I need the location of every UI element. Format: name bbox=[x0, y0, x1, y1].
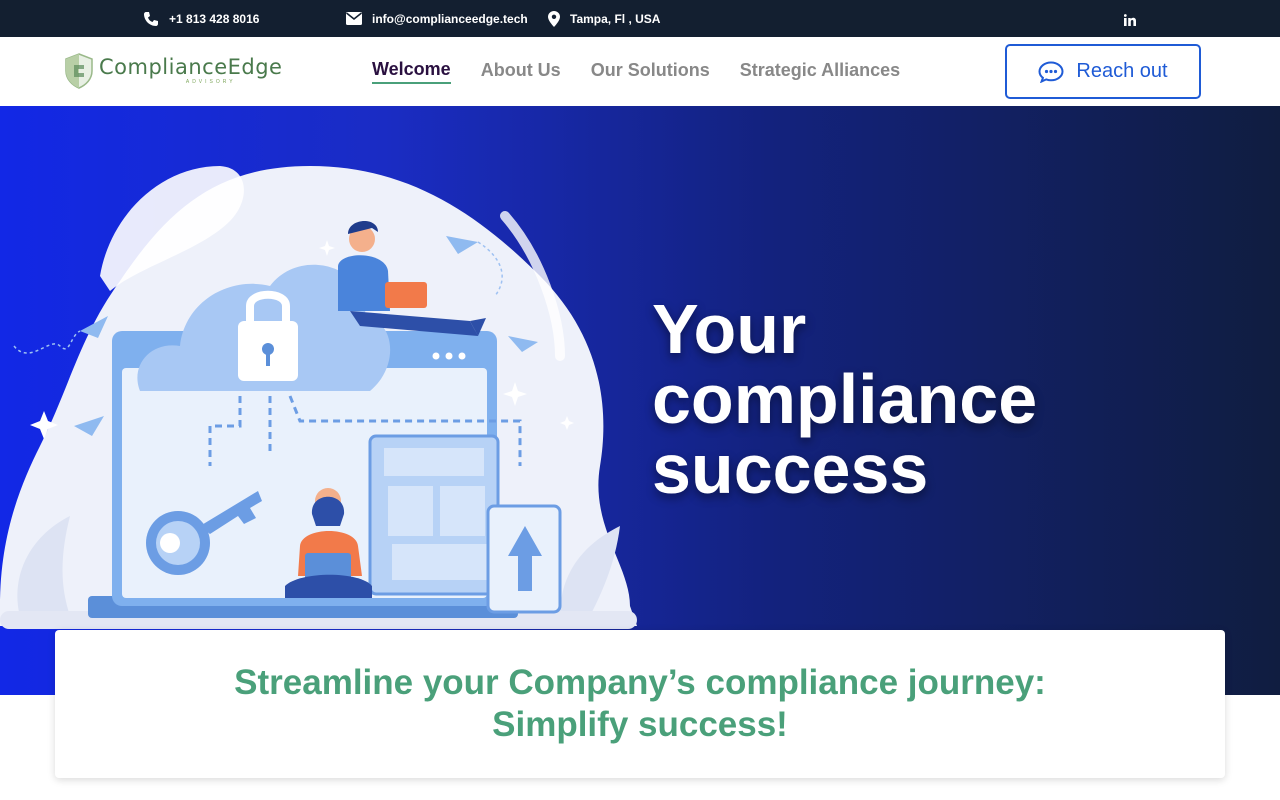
logo-name: ComplianceEdge bbox=[99, 55, 283, 79]
tagline-text: Streamline your Company’s compliance jou… bbox=[55, 662, 1225, 746]
phone-icon bbox=[144, 11, 158, 26]
hero-title-line: compliance bbox=[652, 360, 1038, 438]
hero-title-line: success bbox=[652, 430, 929, 508]
site-header: ComplianceEdge ADVISORY Welcome About Us… bbox=[0, 37, 1280, 106]
main-nav: Welcome About Us Our Solutions Strategic… bbox=[372, 37, 900, 106]
email-text: info@complianceedge.tech bbox=[372, 11, 528, 26]
nav-our-solutions[interactable]: Our Solutions bbox=[591, 60, 710, 83]
logo[interactable]: ComplianceEdge ADVISORY bbox=[65, 52, 282, 90]
hero-illustration bbox=[0, 166, 637, 629]
location-contact[interactable]: Tampa, Fl , USA bbox=[548, 0, 660, 37]
tagline-line-2: Simplify success! bbox=[492, 705, 788, 744]
nav-about-us[interactable]: About Us bbox=[481, 60, 561, 83]
hero-section: Your compliance success bbox=[0, 106, 1280, 695]
shield-logo-icon bbox=[65, 53, 93, 89]
linkedin-icon[interactable] bbox=[1122, 12, 1138, 28]
hero-title: Your compliance success bbox=[652, 294, 1152, 504]
tagline-line-1: Streamline your Company’s compliance jou… bbox=[234, 663, 1046, 702]
reach-out-button[interactable]: Reach out bbox=[1005, 44, 1201, 99]
chat-bubble-icon bbox=[1038, 60, 1064, 83]
nav-welcome[interactable]: Welcome bbox=[372, 59, 451, 84]
hero-title-line: Your bbox=[652, 290, 807, 368]
email-contact[interactable]: info@complianceedge.tech bbox=[346, 0, 528, 37]
envelope-icon bbox=[346, 12, 362, 25]
tagline-card: Streamline your Company’s compliance jou… bbox=[55, 630, 1225, 778]
reach-out-label: Reach out bbox=[1076, 60, 1168, 82]
phone-contact[interactable]: +1 813 428 8016 bbox=[143, 0, 259, 37]
nav-strategic-alliances[interactable]: Strategic Alliances bbox=[740, 60, 900, 83]
logo-subtitle: ADVISORY bbox=[185, 79, 236, 85]
phone-text: +1 813 428 8016 bbox=[169, 11, 260, 26]
location-text: Tampa, Fl , USA bbox=[570, 11, 661, 26]
map-pin-icon bbox=[548, 10, 560, 27]
top-info-bar: +1 813 428 8016 info@complianceedge.tech… bbox=[0, 0, 1280, 37]
